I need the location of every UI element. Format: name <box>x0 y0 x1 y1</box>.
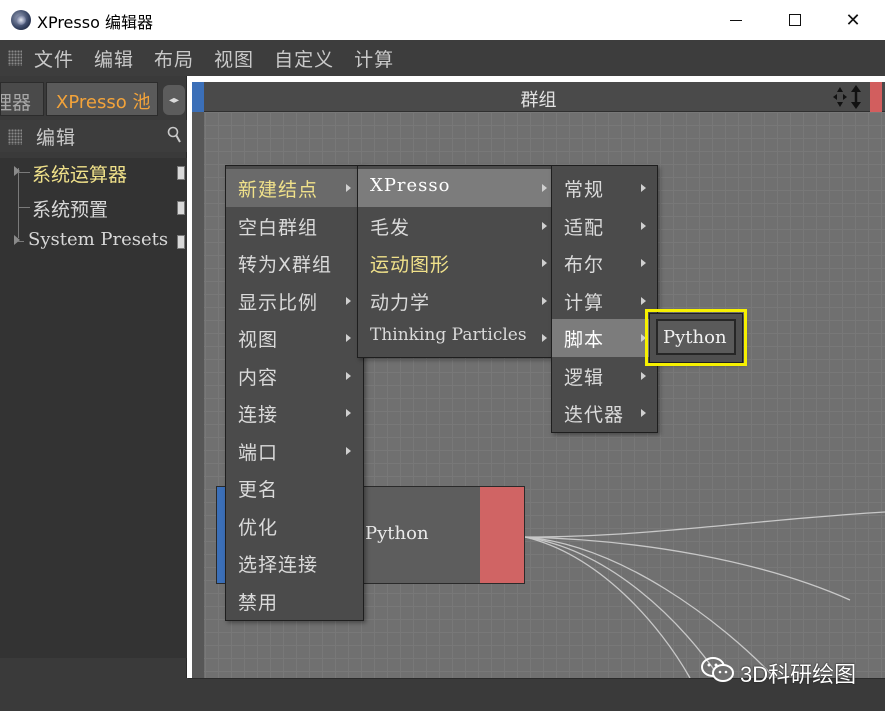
menu-item-label: XPresso <box>370 175 451 196</box>
submenu-arrow-icon <box>346 447 351 455</box>
menu-item-mograph[interactable]: 运动图形 <box>358 244 551 282</box>
menu-item-label: 逻辑 <box>564 367 605 389</box>
menu-item-label: 布尔 <box>564 254 605 276</box>
menu-item-label: 毛发 <box>370 217 411 239</box>
submenu-arrow-icon <box>542 334 547 342</box>
menu-item-connect[interactable]: 连接 <box>226 394 363 432</box>
menu-item-convert-xgroup[interactable]: 转为X群组 <box>226 244 363 282</box>
menu-item-label: 空白群组 <box>238 217 319 239</box>
menu-item-label: 显示比例 <box>238 292 319 314</box>
menu-item-thinking-particles[interactable]: Thinking Particles <box>358 319 551 357</box>
watermark-text: 3D科研绘图 <box>740 662 857 687</box>
submenu-arrow-icon <box>641 184 646 192</box>
menu-item-rename[interactable]: 更名 <box>226 469 363 507</box>
submenu-xpresso: 常规 适配 布尔 计算 脚本 逻辑 迭代器 <box>551 165 658 433</box>
menu-item-hair[interactable]: 毛发 <box>358 207 551 245</box>
menu-item-label: 内容 <box>238 367 279 389</box>
menu-item-label: 新建结点 <box>238 179 319 201</box>
menu-item-script[interactable]: 脚本 <box>552 319 657 357</box>
menu-item-xpresso[interactable]: XPresso <box>358 169 551 207</box>
menu-item-label: 更名 <box>238 479 279 501</box>
menu-item-content[interactable]: 内容 <box>226 357 363 395</box>
submenu-arrow-icon <box>346 334 351 342</box>
highlight-box <box>645 309 747 366</box>
menu-item-label: Thinking Particles <box>370 325 527 345</box>
menu-item-label: 端口 <box>238 442 279 464</box>
menu-item-label: 连接 <box>238 404 279 426</box>
menu-item-label: 视图 <box>238 329 279 351</box>
menu-item-logic[interactable]: 逻辑 <box>552 357 657 395</box>
submenu-new-node: XPresso 毛发 运动图形 动力学 Thinking Particles <box>357 165 552 358</box>
menu-item-label: 适配 <box>564 217 605 239</box>
menu-item-label: 选择连接 <box>238 554 319 576</box>
submenu-arrow-icon <box>542 222 547 230</box>
menu-item-label: 转为X群组 <box>238 254 333 276</box>
menu-item-empty-group[interactable]: 空白群组 <box>226 207 363 245</box>
menu-item-label: 迭代器 <box>564 404 625 426</box>
submenu-arrow-icon <box>346 297 351 305</box>
menu-item-view[interactable]: 视图 <box>226 319 363 357</box>
menu-item-new-node[interactable]: 新建结点 <box>226 169 363 207</box>
menu-item-label: 动力学 <box>370 292 431 314</box>
menu-item-label: 运动图形 <box>370 254 451 276</box>
node-input-port[interactable] <box>217 487 225 583</box>
menu-item-ports[interactable]: 端口 <box>226 432 363 470</box>
submenu-arrow-icon <box>542 259 547 267</box>
menu-item-adapter[interactable]: 适配 <box>552 207 657 245</box>
menu-item-iterator[interactable]: 迭代器 <box>552 394 657 432</box>
node-output-port[interactable] <box>480 487 524 583</box>
context-menu: 新建结点 空白群组 转为X群组 显示比例 视图 内容 连接 端口 更名 优化 选… <box>225 165 364 621</box>
submenu-arrow-icon <box>346 372 351 380</box>
menu-item-label: 脚本 <box>564 329 605 351</box>
menu-item-select-connections[interactable]: 选择连接 <box>226 544 363 582</box>
menu-item-optimize[interactable]: 优化 <box>226 507 363 545</box>
watermark: 3D科研绘图 <box>700 653 870 689</box>
submenu-arrow-icon <box>641 222 646 230</box>
menu-item-general[interactable]: 常规 <box>552 169 657 207</box>
node-title: Python <box>365 523 429 544</box>
wechat-icon <box>701 657 734 682</box>
menu-item-label: 禁用 <box>238 592 279 614</box>
menu-item-disable[interactable]: 禁用 <box>226 582 363 620</box>
submenu-arrow-icon <box>641 297 646 305</box>
menu-item-zoom[interactable]: 显示比例 <box>226 282 363 320</box>
submenu-arrow-icon <box>542 297 547 305</box>
menu-item-dynamics[interactable]: 动力学 <box>358 282 551 320</box>
submenu-arrow-icon <box>641 372 646 380</box>
menu-item-label: 常规 <box>564 179 605 201</box>
menu-item-label: 优化 <box>238 517 279 539</box>
submenu-arrow-icon <box>542 184 547 192</box>
submenu-arrow-icon <box>346 409 351 417</box>
submenu-arrow-icon <box>346 184 351 192</box>
menu-item-boolean[interactable]: 布尔 <box>552 244 657 282</box>
menu-item-calculate[interactable]: 计算 <box>552 282 657 320</box>
submenu-arrow-icon <box>641 259 646 267</box>
menu-item-label: 计算 <box>564 292 605 314</box>
left-status-bar <box>0 678 188 711</box>
submenu-arrow-icon <box>641 409 646 417</box>
